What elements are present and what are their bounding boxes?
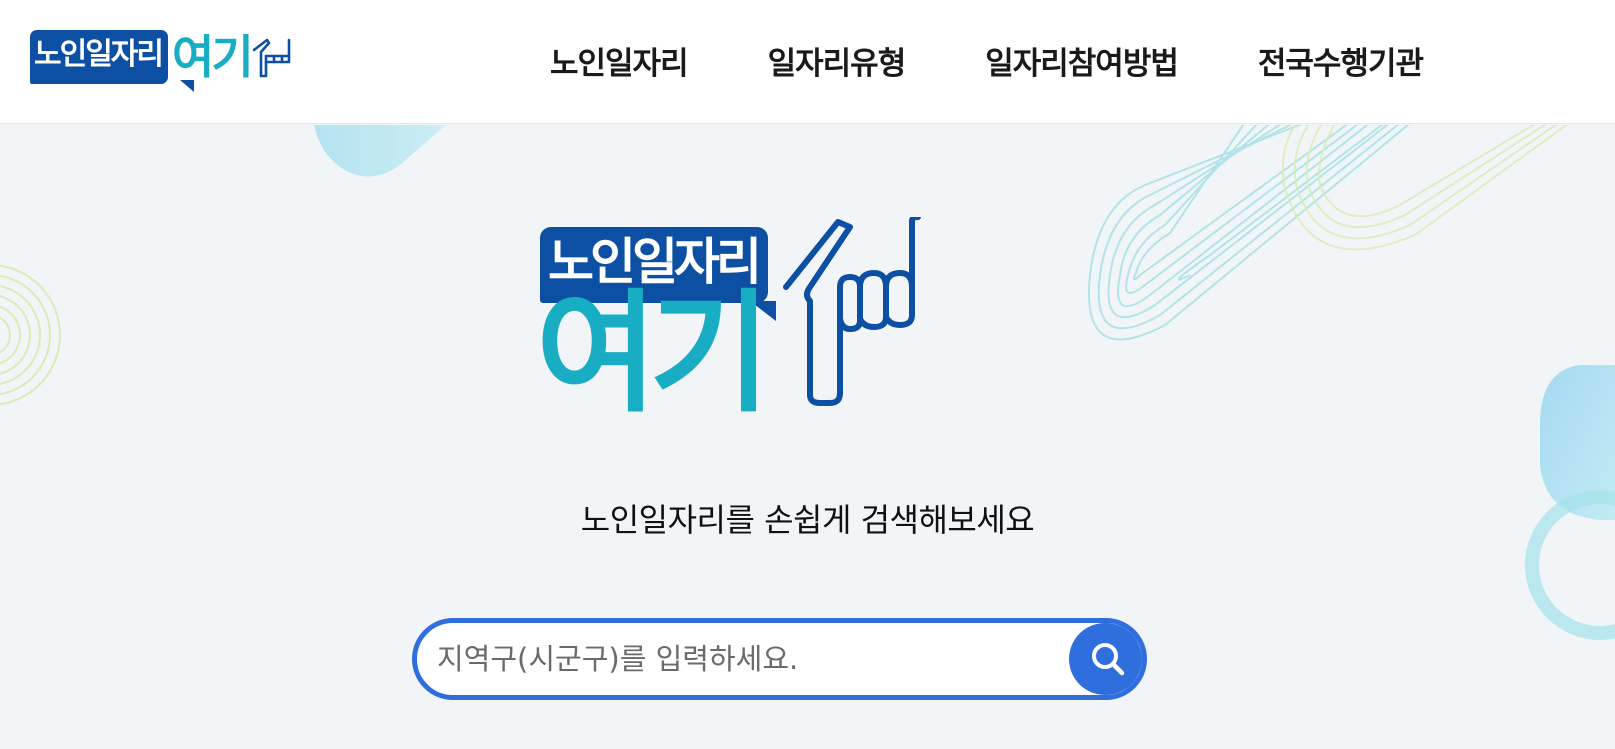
search-input[interactable] [437,623,1047,695]
main-nav: 노인일자리 일자리유형 일자리참여방법 전국수행기관 [550,38,1424,83]
logo-badge-text: 노인일자리 [30,30,168,84]
nav-item-job-types[interactable]: 일자리유형 [768,38,907,83]
site-header: 노인일자리 여기 노인일자리 일자리유형 일자리참여방법 전국수행기관 [0,0,1615,124]
search-button[interactable] [1069,623,1142,695]
logo-badge-tail [180,80,194,92]
nav-item-how-to-participate[interactable]: 일자리참여방법 [985,38,1179,83]
search-icon [1092,643,1125,676]
hero-logo: 노인일자리 여기 [536,217,1020,537]
nav-item-senior-jobs[interactable]: 노인일자리 [550,38,689,83]
pointing-hand-icon [783,217,921,406]
logo-badge: 노인일자리 [30,30,194,92]
site-logo[interactable]: 노인일자리 여기 [30,30,303,92]
search-bar [412,618,1147,700]
hero-logo-accent-text: 여기 [536,277,771,431]
hero-subtitle: 노인일자리를 손쉽게 검색해보세요 [580,501,1035,539]
nav-item-agencies[interactable]: 전국수행기관 [1258,38,1424,83]
pointing-hand-icon [252,38,290,78]
logo-accent-text: 여기 [172,30,254,84]
hero-section: 노인일자리 여기 노인일자리를 손쉽게 검색해보세요 [0,125,1615,749]
